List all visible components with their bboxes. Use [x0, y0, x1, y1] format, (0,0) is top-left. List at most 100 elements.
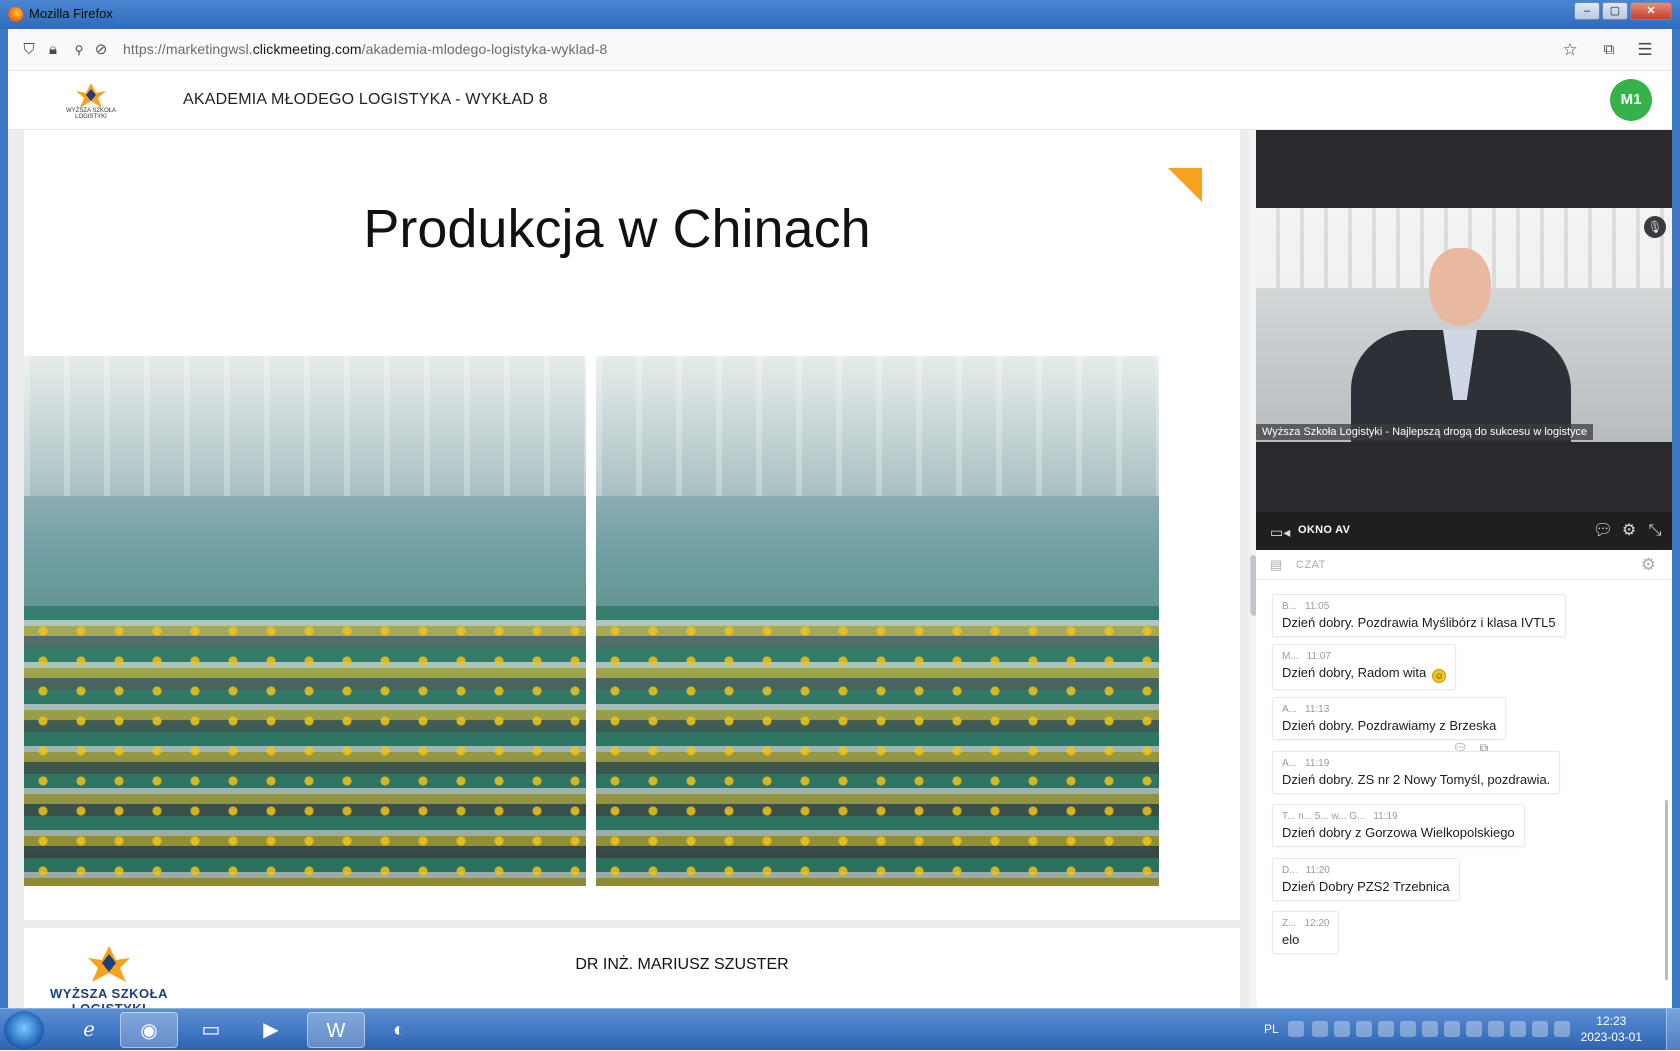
chat-message[interactable]: Z... 12:20 elo — [1272, 911, 1340, 954]
chat-message[interactable]: B... 11:05 Dzień dobry. Pozdrawia Myślibó… — [1272, 594, 1566, 637]
smiley-emoji-icon: ☺ — [1432, 669, 1447, 683]
message-time: 11:13 — [1305, 704, 1330, 715]
av-toolbar: ▭◂ OKNO AV 💬︎ ⚙ ⤡ — [1256, 512, 1672, 550]
chat-icon: ▤ — [1270, 557, 1283, 572]
taskbar: ℯ ◉ ▭ ▶ W ◐ PL 12:23 2023-03-01 — [0, 1008, 1680, 1051]
avatar[interactable]: M1 — [1610, 79, 1652, 121]
app-header: WYŻSZA SZKOŁA LOGISTYKI AKADEMIA MŁODEGO… — [8, 71, 1672, 130]
message-time: 11:19 — [1305, 758, 1330, 769]
tray-app-icon[interactable] — [1444, 1021, 1460, 1037]
system-tray: PL 12:23 2023-03-01 — [1260, 1009, 1680, 1051]
av-label: OKNO AV — [1298, 524, 1351, 536]
tray-app-icon[interactable] — [1510, 1021, 1526, 1037]
language-indicator[interactable]: PL — [1264, 1022, 1279, 1036]
firefox-icon — [8, 7, 23, 22]
show-desktop-button[interactable] — [1666, 1009, 1680, 1051]
av-window: 🎙︎ Wyższa Szkoła Logistyki - Najlepszą d… — [1256, 130, 1672, 550]
star-icon[interactable]: ☆ — [1561, 41, 1579, 59]
presenter-figure — [1351, 248, 1571, 442]
close-button[interactable]: ✕ — [1630, 2, 1672, 20]
message-time: 12:20 — [1304, 918, 1330, 929]
camera-icon: ▭◂ — [1270, 524, 1291, 540]
slide: Produkcja w Chinach — [24, 130, 1240, 920]
message-text: Dzień dobry. Pozdrawiamy z Brzeska — [1282, 718, 1497, 733]
url-bar[interactable]: https://marketingwsl.clickmeeting.com/ak… — [123, 41, 607, 57]
presenter-video: 🎙︎ Wyższa Szkoła Logistyki - Najlepszą d… — [1256, 208, 1672, 442]
firefox-taskbar-icon[interactable]: ◉ — [120, 1012, 178, 1048]
shield-icon[interactable]: ⛉ — [20, 41, 38, 59]
message-author: D... — [1282, 865, 1298, 876]
window-frame-right — [1672, 29, 1680, 1012]
minimize-button[interactable]: – — [1574, 2, 1600, 20]
message-author: Z... — [1282, 918, 1297, 929]
slide-footer: WYŻSZA SZKOŁA LOGISTYKI DR INŻ. MARIUSZ … — [24, 928, 1240, 1016]
network-icon[interactable] — [1488, 1021, 1504, 1037]
chat-label: CZAT — [1296, 559, 1326, 571]
clock-time: 12:23 — [1596, 1014, 1627, 1028]
menu-icon[interactable]: ☰ — [1636, 41, 1654, 59]
gear-icon[interactable]: ⚙ — [1618, 521, 1640, 541]
message-time: 11:05 — [1305, 601, 1330, 612]
tray-app-icon[interactable] — [1466, 1021, 1482, 1037]
message-text: Dzień dobry z Gorzowa Wielkopolskiego — [1282, 825, 1515, 840]
message-author: M... — [1282, 651, 1299, 662]
message-author: T... n... 5... w... G... — [1282, 811, 1366, 822]
factory-photo-right — [596, 356, 1159, 886]
message-text: Dzień Dobry PZS2 Trzebnica — [1282, 879, 1450, 894]
school-logo: WYŻSZA SZKOŁA LOGISTYKI — [60, 81, 122, 121]
message-author: A... — [1282, 704, 1298, 715]
url-path: /akademia-mlodego-logistyka-wyklad-8 — [361, 41, 608, 57]
logo-text: WYŻSZA SZKOŁA LOGISTYKI — [65, 108, 116, 120]
permissions-icon[interactable]: ⚲ — [70, 41, 88, 59]
message-author: B... — [1282, 601, 1298, 612]
page-title: AKADEMIA MŁODEGO LOGISTYKA - WYKŁAD 8 — [183, 91, 548, 108]
url-host-domain: clickmeeting.com — [252, 41, 362, 57]
chat-header: ▤ CZAT ⚙ — [1256, 550, 1672, 580]
file-explorer-icon[interactable]: ▭ — [182, 1012, 240, 1048]
chat-message[interactable]: M... 11:07 Dzień dobry, Radom wita ☺ — [1272, 644, 1457, 690]
chat-scrollbar[interactable] — [1664, 580, 1670, 1000]
chat-list: B... 11:05 Dzień dobry. Pozdrawia Myślibó… — [1256, 580, 1672, 1000]
logo-star-icon — [76, 83, 106, 108]
message-text: Dzień dobry, Radom wita — [1282, 665, 1427, 680]
message-text: elo — [1282, 932, 1300, 947]
message-time: 11:07 — [1306, 651, 1331, 662]
url-host-prefix: https://marketingwsl. — [123, 41, 253, 57]
tray-app-icon[interactable] — [1312, 1021, 1328, 1037]
lock-icon[interactable]: 🔒︎ — [44, 41, 62, 59]
volume-icon[interactable] — [1400, 1021, 1416, 1037]
tracking-icon[interactable]: ⊘ — [92, 41, 110, 59]
factory-photo-left — [24, 356, 586, 886]
keyboard-icon[interactable] — [1288, 1021, 1304, 1037]
maximize-button[interactable]: ▢ — [1602, 2, 1628, 20]
microphone-icon[interactable]: 🎙︎ — [1644, 216, 1666, 238]
tray-app-icon[interactable] — [1356, 1021, 1372, 1037]
message-time: 11:19 — [1373, 811, 1398, 822]
tray-app-icon[interactable] — [1378, 1021, 1394, 1037]
tray-app-icon[interactable] — [1554, 1021, 1570, 1037]
chat-message[interactable]: A... 11:19 Dzień dobry. ZS nr 2 Nowy Tomy… — [1272, 751, 1561, 794]
internet-explorer-icon[interactable]: ℯ — [60, 1012, 118, 1048]
message-time: 11:20 — [1305, 865, 1330, 876]
window-controls: – ▢ ✕ — [1574, 2, 1672, 20]
clock-date: 2023-03-01 — [1580, 1030, 1642, 1044]
word-icon[interactable]: W — [307, 1012, 365, 1048]
presentation-area: Produkcja w Chinach WYŻSZA SZKOŁA LOGIST… — [8, 130, 1249, 1016]
clock[interactable]: 12:23 2023-03-01 — [1581, 1013, 1642, 1045]
tray-app-icon[interactable] — [1334, 1021, 1350, 1037]
video-caption: Wyższa Szkoła Logistyki - Najlepszą drog… — [1256, 424, 1594, 440]
extensions-icon[interactable]: ⧉ — [1600, 41, 1618, 59]
browser-navbar: ⛉ 🔒︎ ⚲ ⊘ https://marketingwsl.clickmeeti… — [8, 29, 1672, 71]
chat-message[interactable]: T... n... 5... w... G... 11:19 Dzień dobr… — [1272, 804, 1525, 847]
chat-bubble-icon[interactable]: 💬︎ — [1592, 521, 1614, 541]
media-player-icon[interactable]: ▶ — [242, 1012, 300, 1048]
tray-app-icon[interactable] — [1532, 1021, 1548, 1037]
chat-message[interactable]: D... 11:20 Dzień Dobry PZS2 Trzebnica — [1272, 858, 1460, 901]
minimize-window-icon[interactable]: ⤡ — [1644, 521, 1666, 541]
tray-app-icon[interactable] — [1422, 1021, 1438, 1037]
window-titlebar: Mozilla Firefox – ▢ ✕ — [0, 0, 1680, 29]
edge-icon[interactable]: ◐ — [370, 1012, 428, 1048]
chat-message[interactable]: A... 11:13 Dzień dobry. Pozdrawiamy z Brz… — [1272, 697, 1507, 740]
chat-settings-icon[interactable]: ⚙ — [1641, 555, 1656, 575]
start-button[interactable] — [4, 1011, 44, 1049]
